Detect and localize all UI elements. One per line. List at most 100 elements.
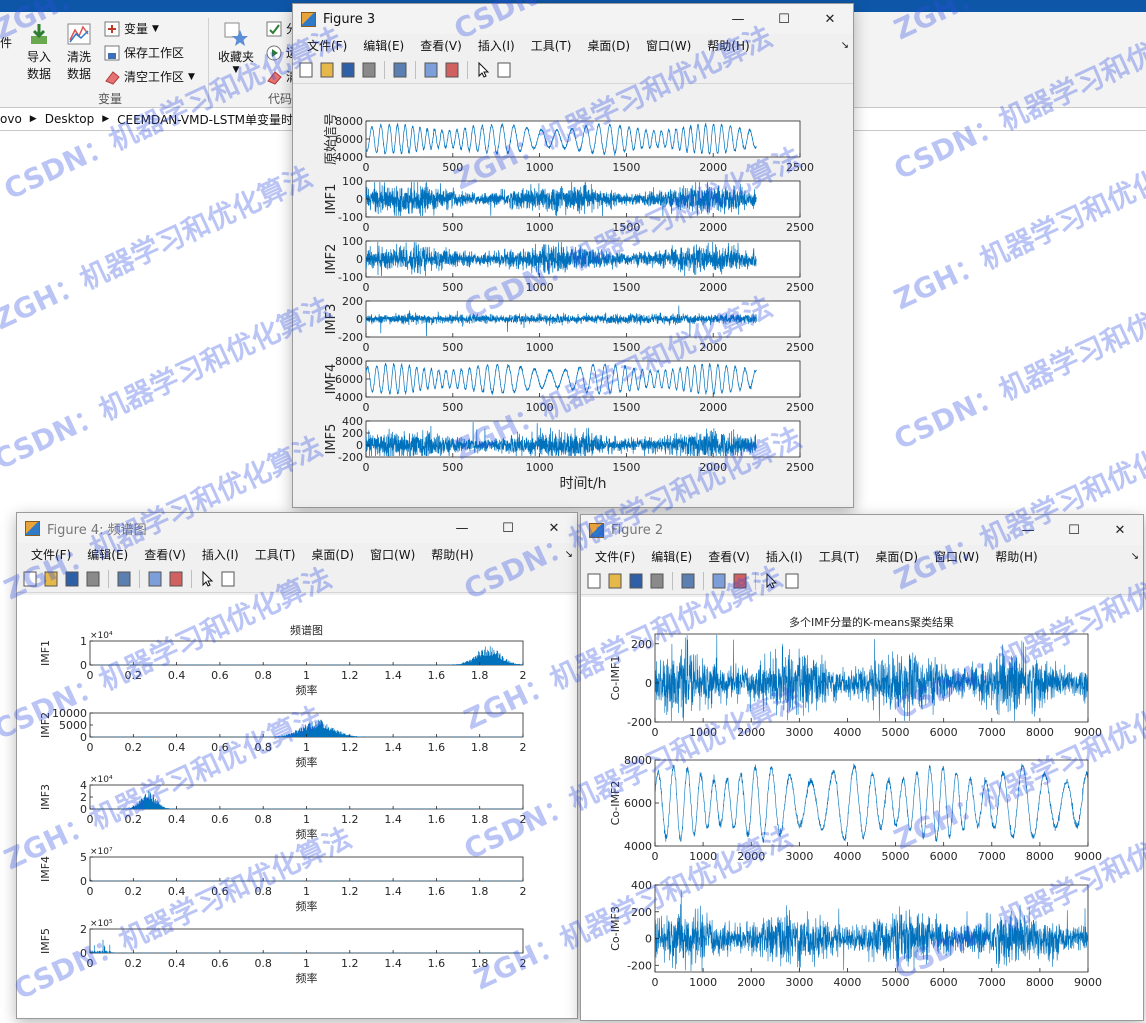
menu-file[interactable]: 文件(F): [23, 546, 79, 563]
link-plot-icon[interactable]: [391, 61, 409, 79]
ribbon-tab-stub[interactable]: 件: [0, 34, 12, 51]
figure-2-titlebar[interactable]: Figure 2 — ☐ ✕: [581, 515, 1143, 545]
menu-desktop[interactable]: 桌面(D): [579, 37, 638, 54]
matlab-figure-icon: [589, 522, 604, 538]
print-icon[interactable]: [84, 570, 102, 588]
legend-icon[interactable]: [731, 572, 749, 590]
x-tick-label: 2000: [699, 281, 727, 294]
figure-2-window[interactable]: Figure 2 — ☐ ✕ 文件(F) 编辑(E) 查看(V) 插入(I) 工…: [580, 514, 1144, 1021]
menu-window[interactable]: 窗口(W): [926, 548, 987, 565]
save-workspace-button[interactable]: 保存工作区: [104, 44, 184, 61]
figure-4-window[interactable]: Figure 4: 频谱图 — ☐ ✕ 文件(F) 编辑(E) 查看(V) 插入…: [16, 512, 578, 1019]
minimize-button[interactable]: —: [715, 4, 761, 34]
address-segment-desktop[interactable]: Desktop: [45, 112, 95, 126]
menu-edit[interactable]: 编辑(E): [643, 548, 700, 565]
open-folder-icon[interactable]: [606, 572, 624, 590]
menu-edit[interactable]: 编辑(E): [79, 546, 136, 563]
y-exponent-label: ×10⁴: [90, 775, 113, 785]
minimize-button[interactable]: —: [1005, 515, 1051, 545]
y-axis-label: IMF3: [324, 304, 339, 335]
save-icon[interactable]: [339, 61, 357, 79]
close-button[interactable]: ✕: [1097, 515, 1143, 545]
property-editor-icon[interactable]: [495, 61, 513, 79]
property-editor-icon[interactable]: [783, 572, 801, 590]
figure-3-titlebar[interactable]: Figure 3 — ☐ ✕: [293, 4, 853, 34]
menu-insert[interactable]: 插入(I): [758, 548, 811, 565]
x-tick-label: 2000: [699, 161, 727, 174]
save-icon[interactable]: [63, 570, 81, 588]
menu-window[interactable]: 窗口(W): [362, 546, 423, 563]
colorbar-icon[interactable]: [710, 572, 728, 590]
maximize-button[interactable]: ☐: [485, 513, 531, 543]
maximize-button[interactable]: ☐: [761, 4, 807, 34]
menu-tools[interactable]: 工具(T): [523, 37, 580, 54]
print-icon[interactable]: [648, 572, 666, 590]
address-segment-folder[interactable]: CEEMDAN-VMD-LSTM单变量时序: [117, 111, 305, 128]
menu-file[interactable]: 文件(F): [299, 37, 355, 54]
menu-overflow-icon[interactable]: ↘: [1123, 551, 1143, 562]
print-icon[interactable]: [360, 61, 378, 79]
x-tick-label: 8000: [1026, 726, 1054, 739]
menu-insert[interactable]: 插入(I): [194, 546, 247, 563]
favorites-button[interactable]: 收藏夹 ▼: [216, 22, 256, 75]
minimize-button[interactable]: —: [439, 513, 485, 543]
legend-icon[interactable]: [443, 61, 461, 79]
address-segment-user[interactable]: ovo: [0, 112, 22, 126]
menu-help[interactable]: 帮助(H): [699, 37, 757, 54]
menu-desktop[interactable]: 桌面(D): [303, 546, 362, 563]
new-file-icon[interactable]: [297, 61, 315, 79]
maximize-button[interactable]: ☐: [1051, 515, 1097, 545]
link-plot-icon[interactable]: [679, 572, 697, 590]
menu-desktop[interactable]: 桌面(D): [867, 548, 926, 565]
x-tick-label: 3000: [785, 850, 813, 863]
y-tick-label: 200: [631, 906, 652, 919]
colorbar-icon[interactable]: [146, 570, 164, 588]
new-file-icon[interactable]: [585, 572, 603, 590]
legend-icon[interactable]: [167, 570, 185, 588]
clean-data-button[interactable]: 清洗 数据: [63, 22, 95, 82]
pointer-icon[interactable]: [198, 570, 216, 588]
figure-4-menubar: 文件(F) 编辑(E) 查看(V) 插入(I) 工具(T) 桌面(D) 窗口(W…: [17, 543, 577, 566]
x-axis-label: 频率: [296, 971, 318, 985]
axes: -20002000 500 1000 1500 2000 2500IMF3: [324, 295, 814, 354]
figure-2-plot: 多个IMF分量的K-means聚类结果-20002000 1000 2000 3000…: [609, 615, 1102, 989]
open-folder-icon[interactable]: [318, 61, 336, 79]
open-folder-icon[interactable]: [42, 570, 60, 588]
menu-help[interactable]: 帮助(H): [423, 546, 481, 563]
figure-4-titlebar[interactable]: Figure 4: 频谱图 — ☐ ✕: [17, 513, 577, 543]
menu-overflow-icon[interactable]: ↘: [557, 549, 577, 560]
y-axis-label: IMF1: [39, 640, 52, 666]
import-data-button[interactable]: 导入 数据: [24, 22, 54, 82]
menu-view[interactable]: 查看(V): [136, 546, 194, 563]
pointer-icon[interactable]: [474, 61, 492, 79]
menu-tools[interactable]: 工具(T): [247, 546, 304, 563]
x-tick-label: 1.2: [341, 741, 359, 754]
link-plot-icon[interactable]: [115, 570, 133, 588]
menu-view[interactable]: 查看(V): [412, 37, 470, 54]
menu-tools[interactable]: 工具(T): [811, 548, 868, 565]
menu-edit[interactable]: 编辑(E): [355, 37, 412, 54]
save-icon[interactable]: [627, 572, 645, 590]
x-tick-label: 2000: [737, 850, 765, 863]
y-tick-label: 6000: [335, 373, 363, 386]
close-button[interactable]: ✕: [531, 513, 577, 543]
property-editor-icon[interactable]: [219, 570, 237, 588]
new-file-icon[interactable]: [21, 570, 39, 588]
variable-button[interactable]: 变量 ▼: [104, 20, 159, 37]
axes: -20002004000 500 1000 1500 2000 2500IMF5: [324, 415, 814, 474]
menu-window[interactable]: 窗口(W): [638, 37, 699, 54]
menu-insert[interactable]: 插入(I): [470, 37, 523, 54]
close-button[interactable]: ✕: [807, 4, 853, 34]
menu-file[interactable]: 文件(F): [587, 548, 643, 565]
clean-label-2: 数据: [66, 67, 91, 81]
menu-help[interactable]: 帮助(H): [987, 548, 1045, 565]
colorbar-icon[interactable]: [422, 61, 440, 79]
menu-view[interactable]: 查看(V): [700, 548, 758, 565]
menu-overflow-icon[interactable]: ↘: [833, 40, 853, 51]
x-tick-label: 0.2: [125, 741, 143, 754]
clear-workspace-button[interactable]: 清空工作区 ▼: [104, 68, 195, 85]
figure-3-window[interactable]: Figure 3 — ☐ ✕ 文件(F) 编辑(E) 查看(V) 插入(I) 工…: [292, 3, 854, 508]
figure-2-canvas: 多个IMF分量的K-means聚类结果 -200 0 200 0 1000 2000 3000…: [581, 597, 1143, 1020]
eraser-icon: [105, 70, 120, 85]
pointer-icon[interactable]: [762, 572, 780, 590]
